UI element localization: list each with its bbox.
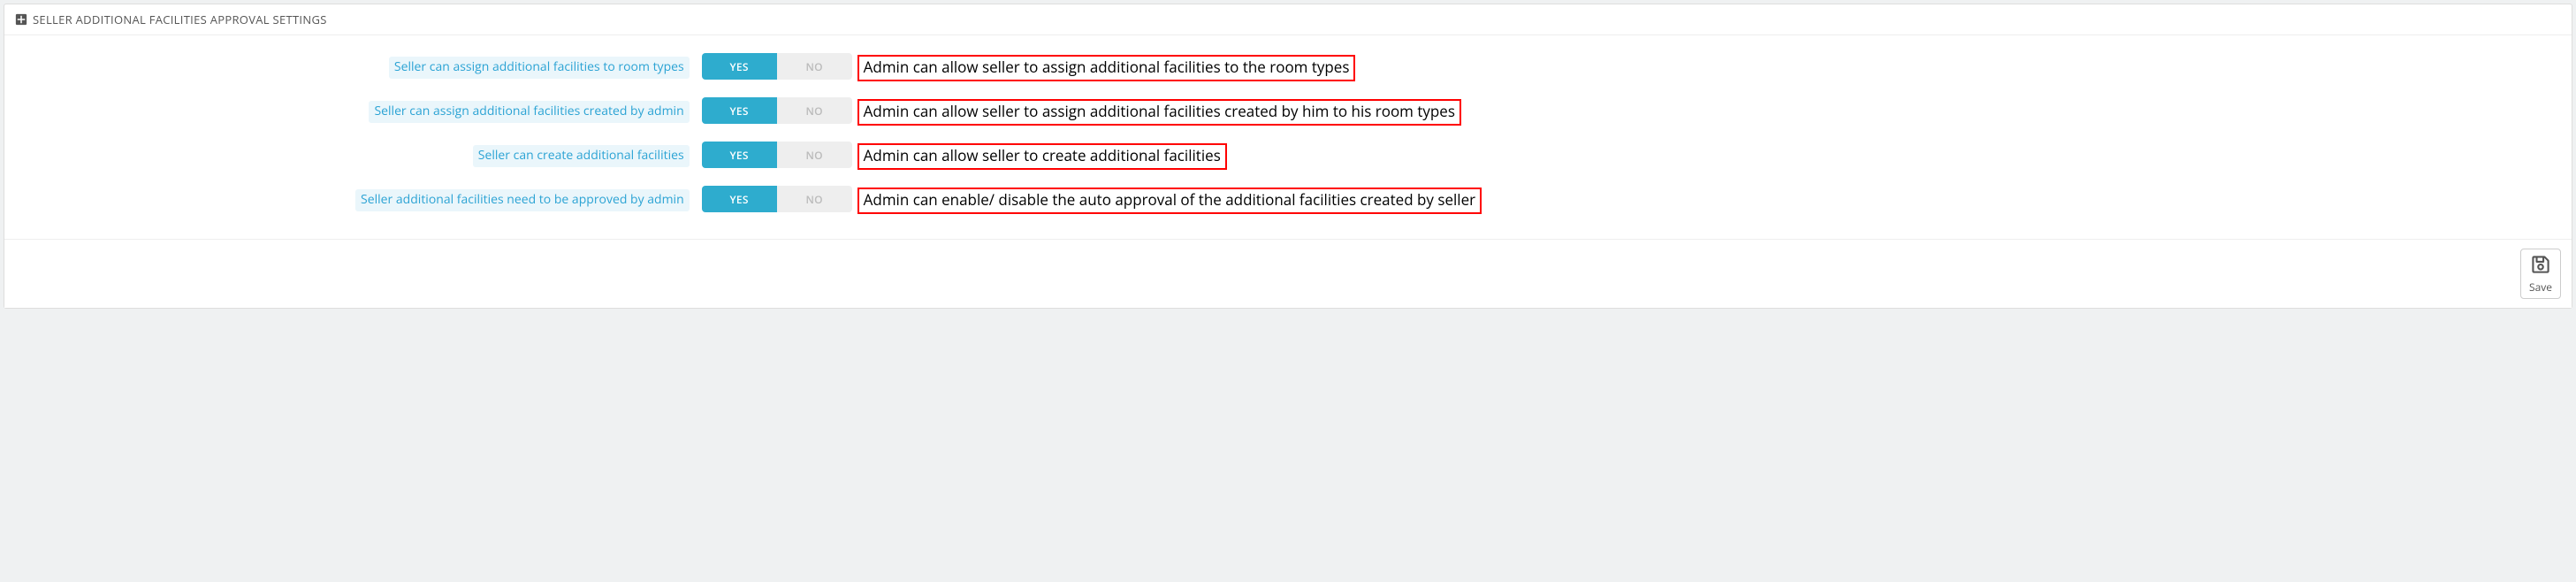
toggle-option-no: NO [777, 186, 852, 212]
toggle-assign-admin-created[interactable]: YES NO [702, 97, 852, 124]
toggle-assign-room-types[interactable]: YES NO [702, 53, 852, 80]
setting-label[interactable]: Seller can assign additional facilities … [389, 57, 690, 79]
toggle-option-yes: YES [702, 53, 777, 80]
setting-help-text: Admin can allow seller to assign additio… [857, 99, 1461, 126]
settings-panel: SELLER ADDITIONAL FACILITIES APPROVAL SE… [4, 4, 2572, 309]
panel-title: SELLER ADDITIONAL FACILITIES APPROVAL SE… [33, 11, 327, 27]
setting-label[interactable]: Seller can create additional facilities [473, 145, 690, 167]
toggle-option-no: NO [777, 53, 852, 80]
setting-help-text: Admin can allow seller to create additio… [857, 143, 1227, 170]
setting-help-text: Admin can allow seller to assign additio… [857, 55, 1356, 81]
toggle-option-yes: YES [702, 142, 777, 168]
save-button[interactable]: Save [2520, 249, 2561, 299]
setting-label-col: Seller additional facilities need to be … [13, 186, 702, 211]
toggle-option-no: NO [777, 97, 852, 124]
setting-label-col: Seller can assign additional facilities … [13, 97, 702, 123]
toggle-option-yes: YES [702, 97, 777, 124]
panel-heading: SELLER ADDITIONAL FACILITIES APPROVAL SE… [4, 4, 2572, 35]
setting-row-assign-room-types: Seller can assign additional facilities … [13, 53, 2563, 81]
toggle-option-no: NO [777, 142, 852, 168]
toggle-need-approval[interactable]: YES NO [702, 186, 852, 212]
toggle-create-facilities[interactable]: YES NO [702, 142, 852, 168]
setting-row-create-facilities: Seller can create additional facilities … [13, 142, 2563, 170]
setting-help-text: Admin can enable/ disable the auto appro… [857, 188, 1482, 214]
plus-icon [15, 13, 27, 26]
panel-body: Seller can assign additional facilities … [4, 35, 2572, 239]
setting-label[interactable]: Seller can assign additional facilities … [369, 101, 689, 123]
setting-label[interactable]: Seller additional facilities need to be … [355, 189, 690, 211]
setting-row-need-approval: Seller additional facilities need to be … [13, 186, 2563, 214]
panel-footer: Save [4, 239, 2572, 308]
setting-row-assign-admin-created: Seller can assign additional facilities … [13, 97, 2563, 126]
setting-label-col: Seller can create additional facilities [13, 142, 702, 167]
save-icon [2531, 255, 2550, 278]
toggle-option-yes: YES [702, 186, 777, 212]
setting-label-col: Seller can assign additional facilities … [13, 53, 702, 79]
save-button-label: Save [2529, 280, 2552, 295]
